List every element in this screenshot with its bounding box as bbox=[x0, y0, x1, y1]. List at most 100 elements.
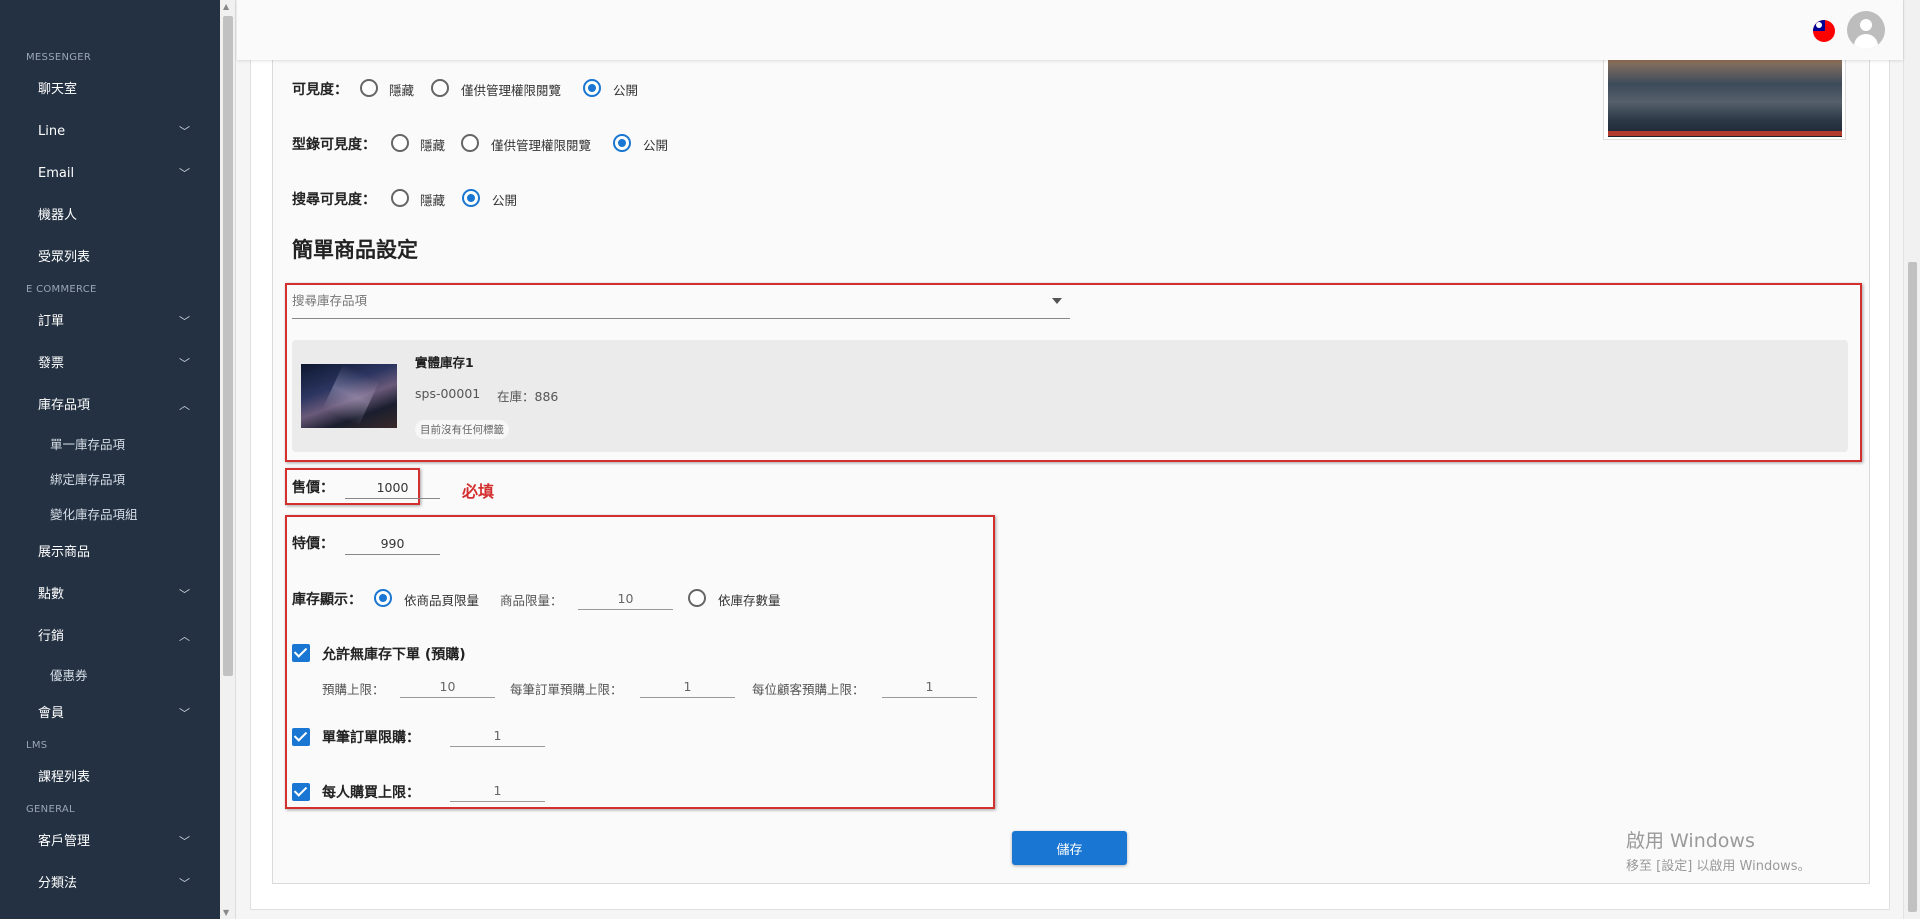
sidebar-scroll-thumb[interactable] bbox=[223, 16, 233, 676]
sidebar-item[interactable]: 庫存品項 ︿ bbox=[0, 385, 220, 427]
catalog-visibility-option-hidden: 隱藏 bbox=[420, 138, 446, 153]
page-scrollbar[interactable] bbox=[1903, 0, 1920, 919]
preorder-checkbox[interactable] bbox=[292, 644, 310, 662]
sidebar-section-title: LMS bbox=[26, 740, 48, 751]
sidebar-item-label: 受眾列表 bbox=[38, 250, 91, 265]
sidebar-item-label: 客戶管理 bbox=[38, 834, 91, 849]
stock-limit-input[interactable] bbox=[578, 588, 673, 610]
user-avatar-icon[interactable] bbox=[1847, 11, 1885, 49]
sidebar-item-label: 機器人 bbox=[38, 208, 78, 223]
preorder-limit-label: 預購上限： bbox=[322, 682, 385, 697]
sidebar-item[interactable]: 訂單 ﹀ bbox=[0, 301, 220, 343]
sidebar-subitem[interactable]: 變化庫存品項組 bbox=[0, 497, 220, 532]
sidebar-item-label: 課程列表 bbox=[38, 770, 91, 785]
chevron-down-icon[interactable]: ﹀ bbox=[179, 153, 190, 195]
stock-limit-label: 商品限量： bbox=[500, 593, 563, 608]
sidebar-item-label: 訂單 bbox=[38, 314, 65, 329]
page-scroll-thumb[interactable] bbox=[1908, 262, 1917, 912]
sidebar-item-label: 發票 bbox=[38, 356, 65, 371]
person-limit-input[interactable] bbox=[450, 780, 545, 802]
search-visibility-option-public: 公開 bbox=[492, 193, 518, 208]
sidebar-section-title: E COMMERCE bbox=[26, 284, 97, 295]
sidebar-item[interactable]: Email ﹀ bbox=[0, 153, 220, 195]
sidebar-item-label: Email bbox=[38, 166, 75, 181]
sidebar-item[interactable]: 展示商品 bbox=[0, 532, 220, 574]
catalog-visibility-label: 型錄可見度： bbox=[292, 137, 376, 153]
catalog-visibility-radio-public[interactable] bbox=[613, 134, 631, 152]
sidebar-subitem[interactable]: 綁定庫存品項 bbox=[0, 462, 220, 497]
sidebar-item[interactable]: 客戶管理 ﹀ bbox=[0, 821, 220, 863]
save-button[interactable]: 儲存 bbox=[1012, 831, 1127, 865]
sidebar-item[interactable]: 課程列表 bbox=[0, 757, 220, 799]
dropdown-arrow-icon[interactable] bbox=[1052, 298, 1062, 304]
windows-activation-watermark: 啟用 Windows 移至 [設定] 以啟用 Windows。 bbox=[1626, 826, 1811, 874]
chevron-down-icon[interactable]: ﹀ bbox=[179, 863, 190, 905]
special-price-label: 特價： bbox=[292, 536, 334, 552]
top-bar bbox=[237, 0, 1903, 60]
visibility-option-admin: 僅供管理權限閱覽 bbox=[461, 83, 562, 98]
visibility-option-hidden: 隱藏 bbox=[389, 83, 415, 98]
product-image-preview[interactable] bbox=[1603, 48, 1846, 140]
visibility-radio-hidden[interactable] bbox=[360, 79, 378, 97]
inventory-item-tag: 目前沒有任何標籤 bbox=[415, 420, 509, 439]
sidebar-item[interactable]: Line ﹀ bbox=[0, 111, 220, 153]
sidebar-item-label: 分類法 bbox=[38, 876, 78, 891]
chevron-down-icon[interactable]: ﹀ bbox=[179, 301, 190, 343]
catalog-visibility-option-public: 公開 bbox=[643, 138, 669, 153]
special-price-input[interactable] bbox=[345, 533, 440, 555]
scroll-up-icon[interactable]: ▲ bbox=[223, 2, 229, 11]
stock-display-radio-by-stock[interactable] bbox=[688, 589, 706, 607]
search-visibility-radio-hidden[interactable] bbox=[391, 189, 409, 207]
per-order-preorder-input[interactable] bbox=[640, 676, 735, 698]
sidebar-item[interactable]: 會員 ﹀ bbox=[0, 693, 220, 735]
inventory-search-input[interactable] bbox=[292, 293, 1032, 308]
search-visibility-radio-public[interactable] bbox=[462, 189, 480, 207]
per-order-preorder-label: 每筆訂單預購上限： bbox=[510, 682, 623, 697]
search-visibility-option-hidden: 隱藏 bbox=[420, 193, 446, 208]
visibility-radio-admin[interactable] bbox=[431, 79, 449, 97]
sidebar-scrollbar[interactable]: ▲ ▼ bbox=[220, 0, 236, 919]
sidebar-item-label: 庫存品項 bbox=[38, 398, 91, 413]
chevron-down-icon[interactable]: ﹀ bbox=[179, 574, 190, 616]
chevron-down-icon[interactable]: ﹀ bbox=[179, 693, 190, 735]
taiwan-flag-icon[interactable] bbox=[1813, 20, 1835, 42]
person-limit-label: 每人購買上限： bbox=[322, 785, 420, 801]
chevron-down-icon[interactable]: ﹀ bbox=[179, 821, 190, 863]
order-limit-label: 單筆訂單限購： bbox=[322, 730, 420, 746]
person-limit-checkbox[interactable] bbox=[292, 783, 310, 801]
sidebar-item-label: 點數 bbox=[38, 587, 65, 602]
sidebar-subitem[interactable]: 單一庫存品項 bbox=[0, 427, 220, 462]
stock-display-option-by-limit: 依商品頁限量 bbox=[404, 593, 480, 608]
sidebar-subitem[interactable]: 優惠券 bbox=[0, 658, 220, 693]
sidebar-item[interactable]: 聊天室 bbox=[0, 69, 220, 111]
sidebar-item-label: 行銷 bbox=[38, 629, 65, 644]
inventory-item-name: 實體庫存1 bbox=[415, 355, 474, 370]
catalog-visibility-radio-hidden[interactable] bbox=[391, 134, 409, 152]
sidebar-item-label: Line bbox=[38, 124, 66, 139]
chevron-down-icon[interactable]: ﹀ bbox=[179, 343, 190, 385]
catalog-visibility-radio-admin[interactable] bbox=[461, 134, 479, 152]
watermark-line-1: 啟用 Windows bbox=[1626, 830, 1755, 852]
visibility-radio-public[interactable] bbox=[583, 79, 601, 97]
price-label: 售價： bbox=[292, 480, 334, 496]
stock-display-label: 庫存顯示： bbox=[292, 592, 362, 608]
chevron-up-icon[interactable]: ︿ bbox=[179, 616, 190, 658]
sidebar-item[interactable]: 受眾列表 bbox=[0, 237, 220, 279]
sidebar-item[interactable]: 發票 ﹀ bbox=[0, 343, 220, 385]
per-customer-preorder-input[interactable] bbox=[882, 676, 977, 698]
sidebar-item[interactable]: 點數 ﹀ bbox=[0, 574, 220, 616]
sidebar-item[interactable]: 分類法 ﹀ bbox=[0, 863, 220, 905]
chevron-down-icon[interactable]: ﹀ bbox=[179, 111, 190, 153]
chevron-up-icon[interactable]: ︿ bbox=[179, 385, 190, 427]
stock-display-radio-by-limit[interactable] bbox=[374, 589, 392, 607]
order-limit-input[interactable] bbox=[450, 725, 545, 747]
sidebar-section-title: GENERAL bbox=[26, 804, 75, 815]
price-input[interactable] bbox=[345, 477, 440, 499]
sidebar-item[interactable]: 機器人 bbox=[0, 195, 220, 237]
order-limit-checkbox[interactable] bbox=[292, 728, 310, 746]
preorder-limit-input[interactable] bbox=[400, 676, 495, 698]
required-note: 必填 bbox=[462, 482, 495, 501]
inventory-search-underline bbox=[292, 318, 1070, 319]
scroll-down-icon[interactable]: ▼ bbox=[223, 908, 229, 917]
sidebar-item[interactable]: 行銷 ︿ bbox=[0, 616, 220, 658]
